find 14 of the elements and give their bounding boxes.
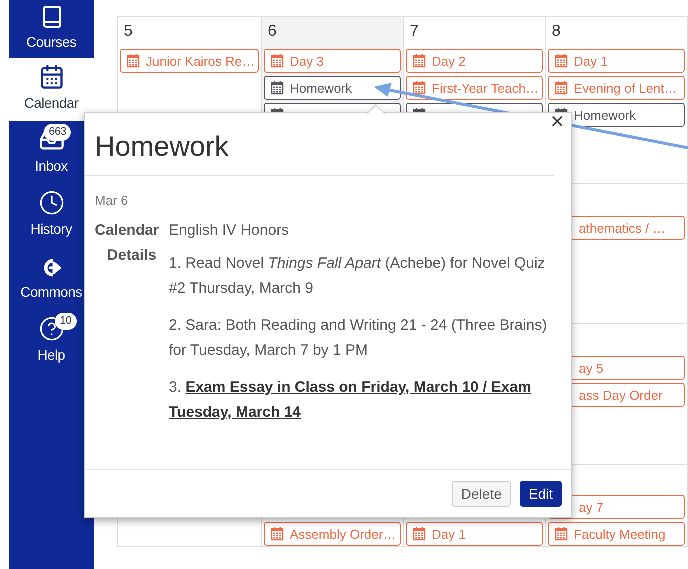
count-badge: 10 [55,313,77,330]
count-badge: 663 [44,124,72,141]
details-paragraph: 2. Sara: Both Reading and Writing 21 - 24 (Three Brains) for Tuesday, March 7 by 1 PM [169,316,548,361]
day-number: 6 [267,22,277,42]
event-date: Mar 6 [95,193,130,208]
day-number: 8 [551,22,561,42]
field-label: Calendar [95,222,160,239]
field-label: Details [107,247,157,266]
calendar-name: English IV Honors [169,222,290,239]
details-paragraph: 3. Exam Essay in Class on Friday, March 10 / Exam Tuesday, March 14 [169,378,532,423]
day-number: 5 [123,22,133,42]
day-number: 7 [409,22,419,42]
details-paragraph: 1. Read Novel Things Fall Apart (Achebe) for Novel Quiz #2 Thursday, March 9 [169,254,546,299]
popover-title: Homework [95,131,229,163]
